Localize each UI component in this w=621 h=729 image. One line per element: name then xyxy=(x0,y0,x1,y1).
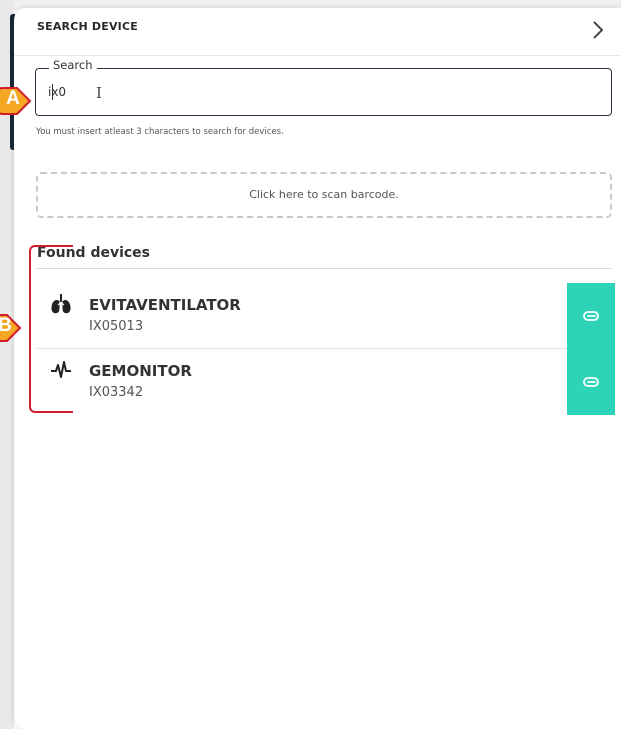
search-hint: You must insert atleast 3 characters to … xyxy=(36,127,284,137)
scan-barcode-label: Click here to scan barcode. xyxy=(249,188,399,201)
scan-barcode-button[interactable]: Click here to scan barcode. xyxy=(36,172,612,218)
paperclip-icon xyxy=(583,377,599,387)
annotation-callout-a: A xyxy=(0,83,34,119)
ibeam-cursor-icon: I xyxy=(96,84,102,102)
chevron-right-icon[interactable] xyxy=(588,17,608,43)
device-id: IX05013 xyxy=(89,319,144,334)
attach-button[interactable] xyxy=(567,349,615,415)
paperclip-icon xyxy=(583,311,599,321)
panel-title: SEARCH DEVICE xyxy=(37,20,138,33)
device-name: GEMONITOR xyxy=(89,362,192,380)
device-row[interactable]: GEMONITOR IX03342 xyxy=(37,349,567,415)
annotation-callout-b: B xyxy=(0,310,24,346)
search-label: Search xyxy=(49,58,97,72)
device-name: EVITAVENTILATOR xyxy=(89,296,241,314)
found-devices-divider xyxy=(37,268,612,269)
device-id: IX03342 xyxy=(89,385,144,400)
device-row[interactable]: EVITAVENTILATOR IX05013 xyxy=(37,283,567,349)
attach-column xyxy=(567,283,615,415)
header-divider xyxy=(14,55,621,56)
attach-button[interactable] xyxy=(567,283,615,349)
search-input[interactable]: Search ix0 I xyxy=(35,58,612,116)
callout-label: B xyxy=(0,315,12,336)
annotation-bracket xyxy=(29,245,73,413)
callout-label: A xyxy=(6,88,20,109)
text-caret xyxy=(52,84,53,100)
search-value: ix0 xyxy=(48,85,67,99)
